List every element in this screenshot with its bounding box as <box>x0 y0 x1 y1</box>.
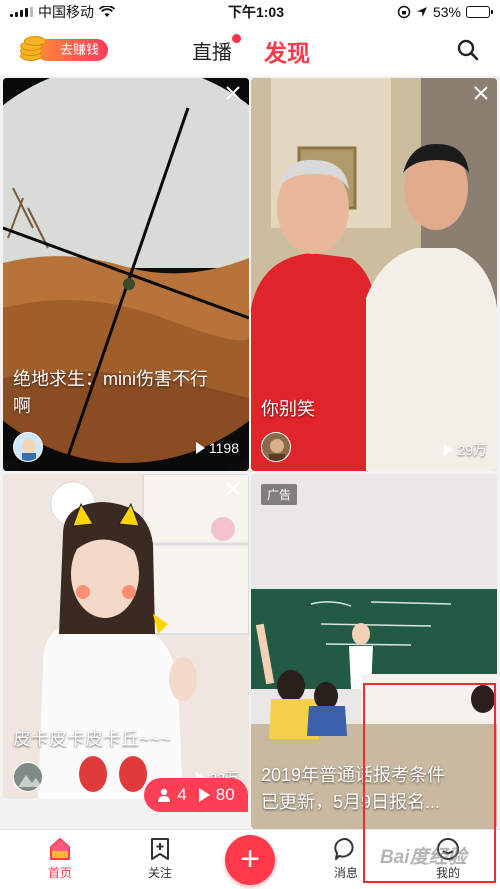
video-card-photo[interactable]: 你别笑 29万 <box>251 78 497 471</box>
nav-home[interactable]: 首页 <box>30 836 90 881</box>
app-screen: 中国移动 下午1:03 53% 去赚钱 直播 发现 绝地求生：mini伤害不行 … <box>0 0 500 889</box>
card-title: 绝地求生：mini伤害不行 啊 <box>13 366 249 420</box>
wifi-icon <box>99 6 115 17</box>
play-icon <box>444 444 454 456</box>
top-header: 去赚钱 直播 发现 <box>0 24 500 76</box>
watermark: Bai度经验 <box>380 847 467 868</box>
play-count: 29万 <box>444 440 487 460</box>
close-icon[interactable] <box>225 85 241 101</box>
video-card-selfie[interactable]: 皮卡皮卡皮卡丘~~~ 22万 <box>3 474 249 799</box>
carrier-label: 中国移动 <box>38 4 94 20</box>
bookmark-plus-icon <box>151 838 169 860</box>
card-title: 你别笑 <box>261 399 315 419</box>
avatar[interactable] <box>13 762 43 792</box>
create-video-button[interactable]: + <box>225 835 275 885</box>
card-title-line2: 啊 <box>13 396 31 416</box>
play-icon <box>198 788 210 802</box>
status-bar: 中国移动 下午1:03 53% <box>0 0 500 24</box>
card-title: 皮卡皮卡皮卡丘~~~ <box>13 729 171 749</box>
battery-icon <box>466 6 493 18</box>
live-play-count: 80 <box>215 785 235 804</box>
nav-follow[interactable]: 关注 <box>130 836 190 881</box>
close-icon[interactable] <box>473 85 489 101</box>
nav-follow-label: 关注 <box>147 866 172 880</box>
play-count: 1198 <box>195 440 239 456</box>
card-title-line1: 绝地求生：mini伤害不行 <box>13 369 209 389</box>
battery-percent: 53% <box>432 4 461 20</box>
location-icon <box>416 7 427 17</box>
rotation-lock-icon <box>397 5 411 19</box>
avatar[interactable] <box>13 432 43 462</box>
signal-icon <box>10 7 33 17</box>
close-icon[interactable] <box>225 481 241 497</box>
live-notification-dot <box>232 34 241 43</box>
home-icon <box>50 838 70 860</box>
nav-home-label: 首页 <box>47 866 72 880</box>
viewer-count: 4 <box>177 785 187 804</box>
tab-live[interactable]: 直播 <box>192 36 232 65</box>
search-icon[interactable] <box>456 38 480 62</box>
person-icon <box>158 788 171 802</box>
ad-badge: 广告 <box>261 484 298 505</box>
live-stats-bubble[interactable]: 4 80 <box>144 778 248 812</box>
tab-discover[interactable]: 发现 <box>264 34 310 68</box>
clock: 下午1:03 <box>227 4 284 20</box>
message-bubble-icon <box>334 837 354 860</box>
plus-icon: + <box>240 840 260 878</box>
video-card-game[interactable]: 绝地求生：mini伤害不行 啊 1198 <box>3 78 249 471</box>
coin-stack-icon <box>18 36 50 64</box>
earn-money-button[interactable]: 去赚钱 <box>18 36 108 64</box>
avatar[interactable] <box>261 432 291 462</box>
play-icon <box>195 442 205 454</box>
